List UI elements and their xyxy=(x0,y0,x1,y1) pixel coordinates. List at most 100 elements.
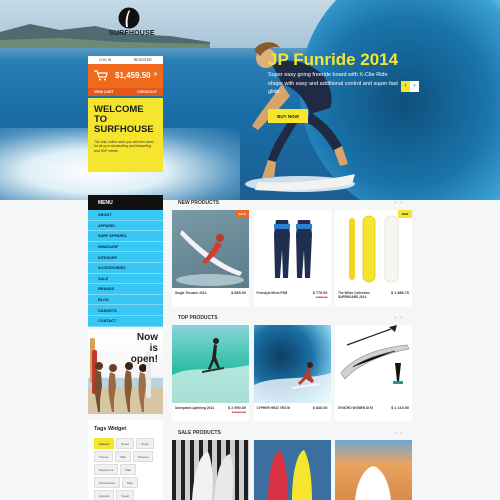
product-image xyxy=(253,440,331,500)
tag[interactable]: Women xyxy=(133,451,154,462)
tag[interactable]: Kitesurf xyxy=(94,438,115,449)
product-name[interactable]: Unimplant Lightning 2014 xyxy=(175,406,217,410)
close-icon[interactable]: ✕ xyxy=(153,71,158,78)
view-cart-button[interactable]: VIEW CART xyxy=(94,90,114,94)
promo-line-1: Now xyxy=(136,332,158,343)
product-image xyxy=(172,210,249,288)
chevron-right-icon[interactable]: › xyxy=(400,200,406,206)
section-nav: ‹› xyxy=(395,430,406,436)
checkout-button[interactable]: CHECKOUT xyxy=(137,90,157,94)
promo-line-3: open! xyxy=(130,354,158,365)
menu-item-accessories[interactable]: ACCESSORIES xyxy=(88,263,163,274)
product-image xyxy=(172,325,249,403)
register-link[interactable]: REGISTER xyxy=(134,58,152,62)
cart-actions: VIEW CART CHECKOUT xyxy=(88,88,163,96)
product-card[interactable] xyxy=(253,440,331,500)
product-price: $ 1 110.00 xyxy=(391,406,409,410)
section-title: TOP PRODUCTS xyxy=(178,315,218,321)
new-badge: NEW xyxy=(398,210,412,218)
section-header: SALE PRODUCTS ‹› xyxy=(172,426,412,440)
product-image xyxy=(172,440,249,500)
product-price: $ 840.00 xyxy=(312,406,328,410)
slider-nav: ‹ › xyxy=(401,81,419,92)
chevron-right-icon[interactable]: › xyxy=(400,315,406,321)
product-image xyxy=(335,440,412,500)
side-menu: MENU ABOUT APPAREL SURF APPAREL WINDSURF… xyxy=(88,195,163,327)
tag[interactable]: Super xyxy=(136,438,155,449)
menu-item-gadgets[interactable]: GADGETS xyxy=(88,305,163,316)
logo-text: SURFHOUSE xyxy=(109,30,155,37)
cart-icon xyxy=(94,70,108,81)
tag[interactable]: Man xyxy=(122,477,139,488)
chevron-right-icon[interactable]: › xyxy=(400,430,406,436)
banner-text: Super easy going freeride board with X-C… xyxy=(268,72,398,95)
tag[interactable]: Apparel xyxy=(94,490,115,500)
tag[interactable]: Super xyxy=(116,438,135,449)
hero-banner: SURFHOUSE LOG IN REGISTER $1,459.50 ✕ VI… xyxy=(0,0,500,200)
menu-item-about[interactable]: ABOUT xyxy=(88,210,163,221)
product-image xyxy=(253,210,331,288)
promo-text: Now is open! xyxy=(131,332,158,365)
promo-line-2: is xyxy=(149,343,158,354)
logo[interactable]: SURFHOUSE xyxy=(109,7,155,37)
menu-header: MENU xyxy=(88,195,163,210)
mountain-graphic xyxy=(0,24,210,48)
sale-badge: SALE xyxy=(235,210,249,218)
tag[interactable]: Super xyxy=(116,490,135,500)
menu-item-contact[interactable]: CONTACT xyxy=(88,316,163,327)
product-card[interactable]: Unimplant Lightning 2014 $ 2 990.00 $ 3 … xyxy=(172,325,249,421)
new-products-section: NEW PRODUCTS ‹› SALE Single Thruster 201… xyxy=(172,196,412,306)
cart-panel[interactable]: $1,459.50 ✕ xyxy=(88,64,163,88)
menu-item-windsurf[interactable]: WINDSURF xyxy=(88,242,163,253)
menu-item-apparel[interactable]: APPAREL xyxy=(88,221,163,232)
product-card[interactable]: NEW The White Collection SURFBOARD 2014 … xyxy=(335,210,412,306)
sale-products-section: SALE PRODUCTS ‹› xyxy=(172,426,412,500)
product-price: $ 770.00 $ 870.00 xyxy=(313,291,328,299)
tag[interactable]: Man xyxy=(115,451,132,462)
product-image xyxy=(335,325,412,403)
product-card[interactable]: SALE Single Thruster 2014 $ 865.00 xyxy=(172,210,249,306)
section-nav: ‹› xyxy=(395,200,406,206)
welcome-text: The only online store you will ever need… xyxy=(94,140,154,153)
product-name[interactable]: SYNCRO WOMEN DI M xyxy=(338,406,380,410)
section-nav: ‹› xyxy=(395,315,406,321)
slider-next-icon[interactable]: › xyxy=(410,81,419,92)
now-open-banner[interactable]: Now is open! xyxy=(88,330,163,414)
product-card[interactable]: CYPHER HEAT VES M $ 840.00 xyxy=(253,325,331,421)
tag[interactable]: Accessories xyxy=(94,477,121,488)
section-header: TOP PRODUCTS ‹› xyxy=(172,311,412,325)
menu-item-blog[interactable]: BLOG xyxy=(88,295,163,306)
product-name[interactable]: CYPHER HEAT VES M xyxy=(257,406,299,410)
product-image xyxy=(253,325,331,403)
product-image xyxy=(335,210,412,288)
product-card[interactable] xyxy=(335,440,412,500)
product-price: $ 2 990.00 $ 3 190.00 xyxy=(228,406,246,414)
menu-item-brands[interactable]: BRANDS xyxy=(88,284,163,295)
tag[interactable]: Theme xyxy=(94,451,114,462)
product-price: $ 1 886.70 xyxy=(391,291,409,295)
menu-item-kitesurf[interactable]: KITESURF xyxy=(88,252,163,263)
product-card[interactable]: Freestyle Mens FSM $ 770.00 $ 870.00 xyxy=(253,210,331,306)
product-name[interactable]: Freestyle Mens FSM xyxy=(257,291,299,295)
welcome-title: WELCOME TO SURFHOUSE xyxy=(94,104,154,135)
product-name[interactable]: Single Thruster 2014 xyxy=(175,291,217,295)
cart-total: $1,459.50 xyxy=(115,71,151,80)
product-card[interactable] xyxy=(172,440,249,500)
tag-list: Kitesurf Super Super Theme Man Women Equ… xyxy=(94,438,157,500)
account-box: LOG IN REGISTER $1,459.50 ✕ VIEW CART CH… xyxy=(88,56,163,96)
product-card[interactable]: SYNCRO WOMEN DI M $ 1 110.00 xyxy=(335,325,412,421)
product-price-old: $ 3 190.00 xyxy=(231,410,246,414)
product-price: $ 865.00 xyxy=(231,291,246,295)
section-title: SALE PRODUCTS xyxy=(178,430,221,436)
tag[interactable]: Equipment xyxy=(94,464,119,475)
product-name[interactable]: The White Collection SURFBOARD 2014 xyxy=(338,291,380,299)
section-title: NEW PRODUCTS xyxy=(178,200,220,206)
menu-item-sale[interactable]: SALE xyxy=(88,274,163,285)
top-products-section: TOP PRODUCTS ‹› Unimplant Lightning 2014… xyxy=(172,311,412,421)
tag[interactable]: Man xyxy=(120,464,137,475)
buy-now-button[interactable]: BUY NOW xyxy=(268,109,308,123)
menu-item-surf-apparel[interactable]: SURF APPAREL xyxy=(88,231,163,242)
account-links: LOG IN REGISTER xyxy=(88,56,163,64)
login-link[interactable]: LOG IN xyxy=(99,58,111,62)
slider-prev-icon[interactable]: ‹ xyxy=(401,81,410,92)
